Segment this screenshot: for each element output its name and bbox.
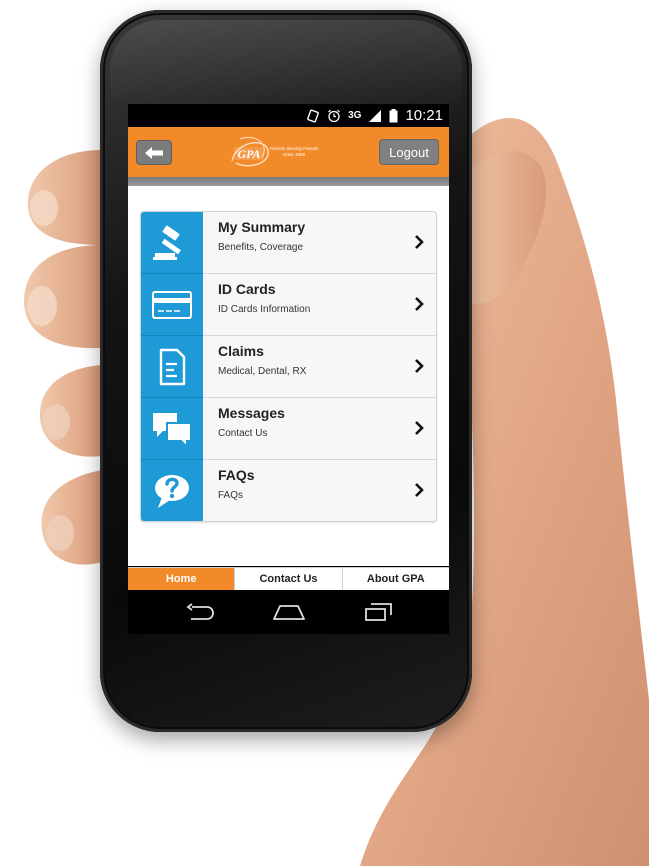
menu-item-messages[interactable]: Messages Contact Us [141, 398, 436, 460]
credit-card-icon [152, 290, 192, 319]
chevron-right-icon [415, 235, 424, 249]
menu-item-subtitle: Contact Us [218, 428, 268, 439]
menu-item-title: FAQs [218, 467, 255, 483]
stage: 3G 10:21 GPA Friends Serving Friends sin… [0, 0, 649, 866]
menu-icon-box [141, 212, 203, 274]
menu-item-title: ID Cards [218, 281, 276, 297]
menu-item-text: ID Cards ID Cards Information [218, 281, 310, 315]
logo-tagline-2: since 1980 [283, 152, 306, 157]
menu-list: My Summary Benefits, Coverage ID Cards I… [140, 211, 437, 522]
menu-item-title: Messages [218, 405, 285, 421]
document-icon [159, 348, 186, 385]
menu-item-subtitle: Medical, Dental, RX [218, 366, 307, 377]
menu-item-subtitle: ID Cards Information [218, 304, 311, 315]
app-header: GPA Friends Serving Friends since 1980 L… [128, 127, 449, 177]
chevron-right-icon [415, 297, 424, 311]
menu-item-id-cards[interactable]: ID Cards ID Cards Information [141, 274, 436, 336]
back-nav-icon[interactable] [185, 603, 215, 621]
phone-screen: 3G 10:21 GPA Friends Serving Friends sin… [128, 104, 449, 634]
header-divider [128, 177, 449, 186]
menu-item-title: My Summary [218, 219, 306, 235]
logo-text: GPA [237, 147, 260, 161]
menu-item-faqs[interactable]: FAQs FAQs [141, 460, 436, 521]
gpa-logo: GPA Friends Serving Friends since 1980 [231, 137, 319, 167]
menu-icon-box [141, 460, 203, 521]
chevron-right-icon [415, 359, 424, 373]
menu-icon-box [141, 336, 203, 398]
status-bar: 3G 10:21 [128, 104, 449, 127]
vibrate-icon [306, 109, 320, 123]
question-bubble-icon [155, 474, 189, 508]
gavel-icon [153, 225, 181, 260]
bottom-nav: Home Contact Us About GPA [128, 567, 449, 590]
arrow-left-icon [145, 146, 163, 159]
logout-button[interactable]: Logout [379, 139, 439, 165]
menu-item-subtitle: Benefits, Coverage [218, 242, 304, 253]
home-nav-icon[interactable] [272, 603, 306, 621]
back-button[interactable] [136, 140, 172, 165]
tab-contact-us[interactable]: Contact Us [235, 568, 343, 590]
menu-item-text: Messages Contact Us [218, 405, 285, 439]
menu-item-subtitle: FAQs [218, 490, 244, 501]
network-type: 3G [348, 110, 362, 121]
chevron-right-icon [415, 483, 424, 497]
menu-item-title: Claims [218, 343, 264, 359]
tab-home[interactable]: Home [128, 568, 236, 590]
menu-item-claims[interactable]: Claims Medical, Dental, RX [141, 336, 436, 398]
alarm-icon [327, 109, 341, 123]
menu-item-text: My Summary Benefits, Coverage [218, 219, 305, 253]
recent-apps-icon[interactable] [363, 602, 393, 622]
signal-icon [368, 109, 382, 123]
menu-item-text: Claims Medical, Dental, RX [218, 343, 306, 377]
menu-item-text: FAQs FAQs [218, 467, 255, 501]
menu-icon-box [141, 398, 203, 460]
menu-item-my-summary[interactable]: My Summary Benefits, Coverage [141, 212, 436, 274]
main-content: My Summary Benefits, Coverage ID Cards I… [128, 186, 449, 566]
phone-glare [110, 20, 462, 110]
chat-bubbles-icon [153, 412, 192, 449]
chevron-right-icon [415, 421, 424, 435]
android-nav-bar [128, 590, 449, 634]
menu-icon-box [141, 274, 203, 336]
tab-about-gpa[interactable]: About GPA [343, 568, 449, 590]
battery-icon [389, 108, 398, 123]
logo-tagline-1: Friends Serving Friends [270, 146, 319, 151]
clock-time: 10:21 [405, 107, 443, 124]
